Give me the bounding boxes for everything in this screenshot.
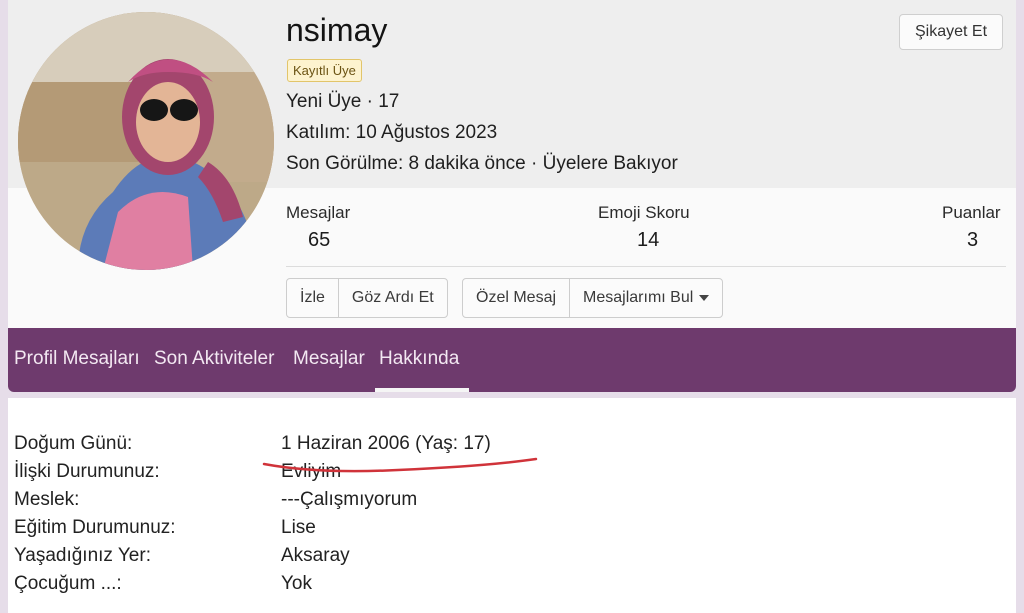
- about-value: Lise: [281, 517, 316, 538]
- last-seen: Son Görülme: 8 dakika önce · Üyelere Bak…: [286, 153, 678, 174]
- about-panel: Doğum Günü: 1 Haziran 2006 (Yaş: 17) İli…: [8, 398, 1016, 613]
- about-label: Eğitim Durumunuz:: [14, 517, 176, 538]
- avatar[interactable]: [18, 12, 274, 270]
- stat-messages-label: Mesajlar: [286, 203, 351, 222]
- stat-points-label: Puanlar: [942, 203, 1001, 222]
- about-label: Yaşadığınız Yer:: [14, 545, 151, 566]
- about-value: Yok: [281, 573, 312, 594]
- caret-down-icon: [699, 295, 710, 301]
- about-value: ---Çalışmıyorum: [281, 489, 418, 510]
- about-value: Aksaray: [281, 545, 350, 566]
- tab-profile-messages[interactable]: Profil Mesajları: [14, 348, 140, 370]
- find-messages-button[interactable]: Mesajlarımı Bul: [570, 279, 722, 317]
- stat-points-value: 3: [967, 229, 979, 251]
- about-label: Doğum Günü:: [14, 433, 133, 454]
- about-label: İlişki Durumunuz:: [14, 461, 160, 482]
- red-underline-annotation: [262, 457, 538, 473]
- about-label: Meslek:: [14, 489, 80, 510]
- tab-recent-activity[interactable]: Son Aktiviteler: [154, 348, 274, 370]
- report-button[interactable]: Şikayet Et: [899, 14, 1003, 50]
- message-actions-group: Özel Mesaj Mesajlarımı Bul: [462, 278, 724, 318]
- stats-divider: [286, 266, 1006, 267]
- stat-emoji-label: Emoji Skoru: [598, 203, 690, 222]
- join-date: Katılım: 10 Ağustos 2023: [286, 122, 498, 143]
- tab-messages[interactable]: Mesajlar: [293, 348, 365, 370]
- avatar-photo: [18, 12, 274, 270]
- profile-card: nsimay Kayıtlı Üye Yeni Üye · 17 Katılım…: [8, 0, 1016, 392]
- about-label: Çocuğum ...:: [14, 573, 122, 594]
- active-tab-indicator: [375, 388, 469, 392]
- username: nsimay: [286, 12, 388, 48]
- stat-messages-value: 65: [308, 229, 331, 251]
- follow-ignore-group: İzle Göz Ardı Et: [286, 278, 448, 318]
- private-message-button[interactable]: Özel Mesaj: [463, 279, 571, 317]
- find-messages-label: Mesajlarımı Bul: [583, 289, 694, 306]
- tab-about[interactable]: Hakkında: [379, 348, 459, 370]
- ignore-button[interactable]: Göz Ardı Et: [339, 279, 447, 317]
- stat-emoji-value: 14: [637, 229, 660, 251]
- member-badge: Kayıtlı Üye: [287, 59, 362, 82]
- profile-tabs: Profil Mesajları Son Aktiviteler Mesajla…: [8, 328, 1016, 392]
- follow-button[interactable]: İzle: [287, 279, 339, 317]
- member-rank: Yeni Üye · 17: [286, 91, 400, 112]
